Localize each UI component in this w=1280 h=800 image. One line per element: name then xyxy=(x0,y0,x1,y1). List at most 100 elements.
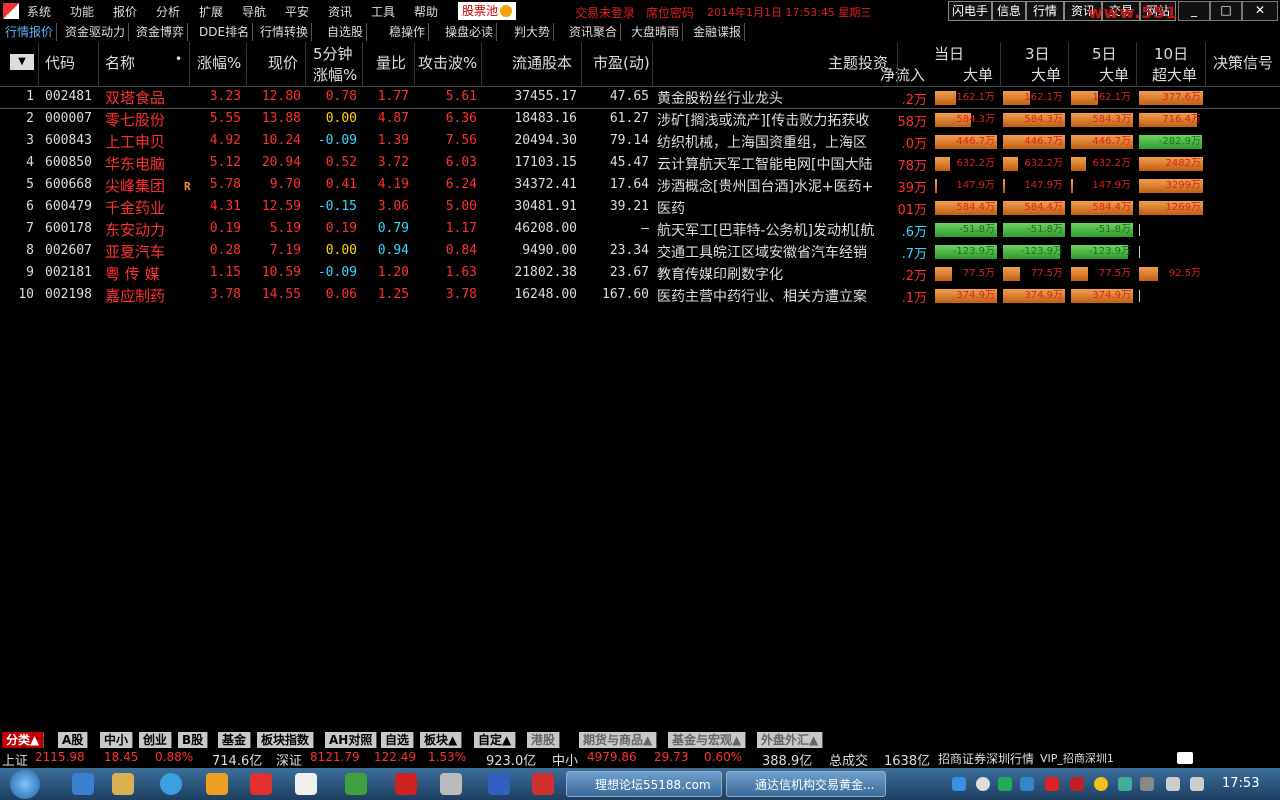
stock-pool-button[interactable]: 股票池 xyxy=(458,2,517,20)
tab-must-read[interactable]: 操盘必读 xyxy=(442,23,498,41)
seat-password-link[interactable]: 席位密码 xyxy=(646,4,694,21)
tab-watchlist[interactable]: 自选股 xyxy=(324,23,368,41)
folder-icon[interactable] xyxy=(112,773,134,795)
market-button[interactable]: 行情 xyxy=(1026,1,1064,21)
tray-icon[interactable] xyxy=(998,777,1012,791)
header-pe[interactable]: 市盈(动) xyxy=(593,52,650,73)
tray-icon[interactable] xyxy=(1045,777,1059,791)
table-row[interactable]: 3 600843 上工申贝 4.92 10.24 -0.09 1.39 7.56 20494.3… xyxy=(0,131,1280,153)
cat-tab-macro[interactable]: 基金与宏观▲ xyxy=(668,732,747,748)
header-float-shares[interactable]: 流通股本 xyxy=(512,52,572,73)
tray-icon[interactable] xyxy=(1020,777,1034,791)
tab-market-trend[interactable]: 判大势 xyxy=(511,23,555,41)
menu-item-function[interactable]: 功能 xyxy=(70,3,94,20)
table-row[interactable]: 9 002181 粤 传 媒 1.15 10.59 -0.09 1.20 1.63 21802.… xyxy=(0,263,1280,285)
app-icon[interactable] xyxy=(345,773,367,795)
tab-quote-switch[interactable]: 行情转换 xyxy=(257,23,313,41)
tray-icon[interactable] xyxy=(1140,777,1154,791)
header-change-pct[interactable]: 涨幅% xyxy=(197,52,241,73)
broker-label[interactable]: 招商证券深圳行情 xyxy=(938,750,1034,767)
media-player-icon[interactable] xyxy=(206,773,228,795)
header-name[interactable]: 名称 xyxy=(105,52,135,73)
cat-tab-futures[interactable]: 期货与商品▲ xyxy=(579,732,658,748)
sh-label[interactable]: 上证 xyxy=(2,750,28,769)
info-button[interactable]: 信息 xyxy=(992,1,1026,21)
table-row[interactable]: 1 002481 双塔食品 3.23 12.80 0.78 1.77 5.61 37455.17… xyxy=(0,87,1280,109)
tray-icon[interactable] xyxy=(952,777,966,791)
menu-item-help[interactable]: 帮助 xyxy=(414,3,438,20)
tab-news-aggregate[interactable]: 资讯聚合 xyxy=(566,23,622,41)
tray-icon[interactable] xyxy=(1118,777,1132,791)
header-5min-bottom[interactable]: 涨幅% xyxy=(313,64,357,85)
app-icon[interactable] xyxy=(532,773,554,795)
cat-tab-custom[interactable]: 自定▲ xyxy=(474,732,517,748)
app-icon[interactable] xyxy=(250,773,272,795)
menu-item-nav[interactable]: 导航 xyxy=(242,3,266,20)
tab-dde-rank[interactable]: DDE排名 xyxy=(196,23,254,41)
app-icon[interactable] xyxy=(440,773,462,795)
zx-label[interactable]: 中小 xyxy=(552,750,578,769)
tab-steady-op[interactable]: 稳操作 xyxy=(386,23,430,41)
tab-quote[interactable]: 行情报价 xyxy=(2,23,58,41)
menu-item-pingan[interactable]: 平安 xyxy=(285,3,309,20)
header-volume-ratio[interactable]: 量比 xyxy=(376,52,406,73)
header-day-big[interactable]: 大单 xyxy=(963,64,993,85)
cat-tab-sector[interactable]: 板块▲ xyxy=(420,732,463,748)
table-row[interactable]: 8 002607 亚夏汽车 0.28 7.19 0.00 0.94 0.84 9490.00 23… xyxy=(0,241,1280,263)
taskbar-clock[interactable]: 17:53 xyxy=(1222,776,1259,791)
cat-tab-fund[interactable]: 基金 xyxy=(218,732,252,748)
header-price[interactable]: 现价 xyxy=(268,52,298,73)
header-5day[interactable]: 5日 xyxy=(1092,43,1117,64)
taskbar-browser-button[interactable]: 理想论坛55188.com xyxy=(566,771,722,797)
table-row[interactable]: 7 600178 东安动力 0.19 5.19 0.19 0.79 1.17 46208.00 –… xyxy=(0,219,1280,241)
table-row[interactable]: 10 002198 嘉应制药 3.78 14.55 0.06 1.25 3.78 16248.0… xyxy=(0,285,1280,307)
tab-fund-game[interactable]: 资金博弈 xyxy=(133,23,189,41)
minimize-button[interactable]: _ xyxy=(1178,1,1210,21)
tab-market-weather[interactable]: 大盘晴雨 xyxy=(628,23,684,41)
cat-tab-classify[interactable]: 分类▲ xyxy=(2,732,45,748)
help-icon[interactable] xyxy=(976,777,990,791)
header-attack-wave[interactable]: 攻击波% xyxy=(418,52,477,73)
header-day[interactable]: 当日 xyxy=(934,43,964,64)
network-icon[interactable] xyxy=(1166,777,1180,791)
app-icon[interactable] xyxy=(295,773,317,795)
header-3day-big[interactable]: 大单 xyxy=(1031,64,1061,85)
cat-tab-forex[interactable]: 外盘外汇▲ xyxy=(757,732,824,748)
table-row[interactable]: 2 000007 零七股份 5.55 13.88 0.00 4.87 6.36 18483.16… xyxy=(0,109,1280,131)
cat-tab-sme[interactable]: 中小 xyxy=(100,732,134,748)
cat-tab-sector-index[interactable]: 板块指数 xyxy=(257,732,315,748)
header-3day[interactable]: 3日 xyxy=(1025,43,1050,64)
tab-fund-drive[interactable]: 资金驱动力 xyxy=(62,23,130,41)
close-button[interactable]: ✕ xyxy=(1242,1,1278,21)
cat-tab-watchlist[interactable]: 自选 xyxy=(381,732,415,748)
cat-tab-a-share[interactable]: A股 xyxy=(58,732,89,748)
restore-button[interactable]: □ xyxy=(1210,1,1242,21)
trade-status[interactable]: 交易未登录 xyxy=(575,4,635,21)
start-button-icon[interactable] xyxy=(10,769,40,799)
volume-icon[interactable] xyxy=(1190,777,1204,791)
header-theme[interactable]: 主题投资 xyxy=(828,52,888,73)
cat-tab-b-share[interactable]: B股 xyxy=(178,732,209,748)
cat-tab-ah[interactable]: AH对照 xyxy=(325,732,378,748)
menu-item-analysis[interactable]: 分析 xyxy=(156,3,180,20)
menu-item-tools[interactable]: 工具 xyxy=(371,3,395,20)
tray-icon[interactable] xyxy=(1070,777,1084,791)
table-row[interactable]: 4 600850 华东电脑 5.12 20.94 0.52 3.72 6.03 17103.15… xyxy=(0,153,1280,175)
taskbar-tdx-button[interactable]: 通达信机构交易黄金... xyxy=(726,771,886,797)
menu-item-news[interactable]: 资讯 xyxy=(328,3,352,20)
desktop-icon[interactable] xyxy=(72,773,94,795)
app-icon[interactable] xyxy=(395,773,417,795)
table-row[interactable]: 5 600668 尖峰集团 R 5.78 9.70 0.41 4.19 6.24 34372.41… xyxy=(0,175,1280,197)
mail-icon[interactable] xyxy=(1177,752,1193,764)
header-10day-super[interactable]: 超大单 xyxy=(1152,64,1197,85)
tray-icon[interactable] xyxy=(1094,777,1108,791)
cat-tab-gem[interactable]: 创业 xyxy=(139,732,173,748)
header-5min-top[interactable]: 5分钟 xyxy=(313,43,353,64)
menu-item-system[interactable]: 系统 xyxy=(27,3,51,20)
header-code[interactable]: 代码 xyxy=(45,52,75,73)
ie-icon[interactable] xyxy=(160,773,182,795)
table-row[interactable]: 6 600479 千金药业 4.31 12.59 -0.15 3.06 5.00 30481.9… xyxy=(0,197,1280,219)
tab-finance-intel[interactable]: 金融谍报 xyxy=(690,23,746,41)
cat-tab-hk[interactable]: 港股 xyxy=(527,732,561,748)
menu-item-extend[interactable]: 扩展 xyxy=(199,3,223,20)
